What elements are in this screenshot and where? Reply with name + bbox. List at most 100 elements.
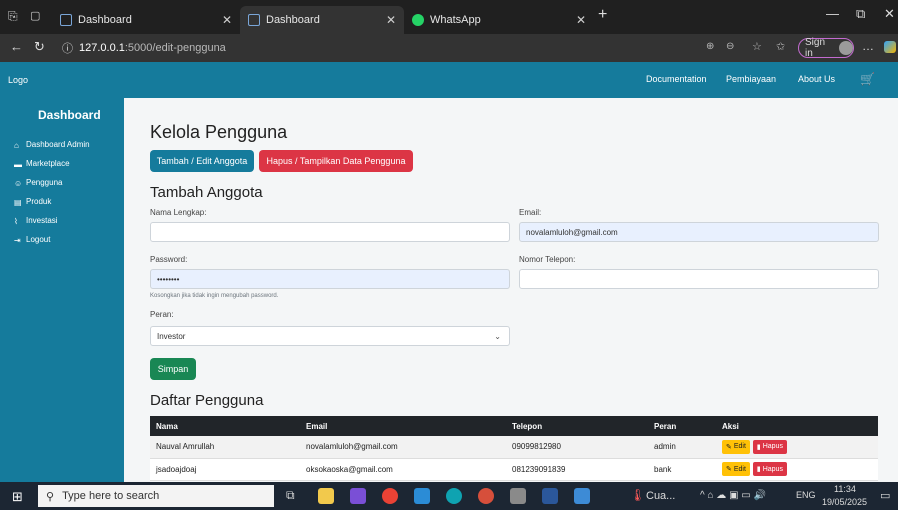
sidebar-item-label: Logout	[26, 235, 51, 244]
tab-title: Dashboard	[266, 14, 320, 26]
sidebar-item-produk[interactable]: ▤ Produk	[14, 197, 52, 207]
word-icon[interactable]	[542, 488, 558, 504]
role-label: Peran:	[150, 310, 174, 319]
add-edit-member-button[interactable]: Tambah / Edit Anggota	[150, 150, 254, 172]
refresh-icon[interactable]: ↻	[34, 39, 45, 55]
store-icon: ▬	[14, 159, 22, 169]
address-bar: ← ↻ ⓘ 127.0.0.1:5000/edit-pengguna ⊕ ⊖ ☆…	[0, 34, 898, 62]
taskbar-search-input[interactable]: ⚲ Type here to search	[38, 485, 274, 507]
url-field[interactable]: ⓘ 127.0.0.1:5000/edit-pengguna	[56, 38, 696, 58]
zoom-icon[interactable]: ⊕	[706, 41, 714, 52]
chart-icon: ⌇	[14, 216, 18, 226]
delete-label: Hapus	[762, 465, 783, 473]
edit-button[interactable]: ✎ Edit	[722, 439, 750, 454]
restore-icon[interactable]: ⧉	[856, 6, 865, 22]
edit-label: Edit	[733, 443, 746, 451]
sidebar-item-investasi[interactable]: ⌇ Investasi	[14, 216, 58, 226]
box-icon: ▤	[14, 197, 22, 207]
back-icon[interactable]: ←	[10, 39, 23, 54]
windows-start-icon[interactable]: ⊞	[12, 489, 23, 505]
sign-in-label: Sign in	[805, 37, 826, 59]
col-email: Email	[300, 416, 506, 436]
name-field[interactable]	[150, 222, 510, 242]
email-field[interactable]: novalamluloh@gmail.com	[519, 222, 879, 242]
sidebar-item-label: Produk	[26, 197, 52, 206]
tab-close-icon[interactable]: ✕	[386, 13, 396, 27]
delete-button[interactable]: ▮ Hapus	[752, 439, 787, 454]
cell-email: oksokaoska@gmail.com	[300, 458, 506, 481]
task-view-icon[interactable]: ⧉	[286, 488, 295, 503]
sidebar-item-logout[interactable]: ⇥ Logout	[14, 235, 51, 245]
clock-date[interactable]: 19/05/2025	[822, 497, 867, 507]
clock-time[interactable]: 11:34	[834, 484, 856, 494]
logo[interactable]: Logo	[8, 75, 28, 85]
file-explorer-icon[interactable]	[318, 488, 334, 504]
main-content: Kelola Pengguna Tambah / Edit Anggota Ha…	[124, 98, 898, 482]
role-select[interactable]: Investor ⌄	[150, 326, 510, 346]
col-nama: Nama	[150, 416, 300, 436]
tab-dashboard-2[interactable]: Dashboard ✕	[240, 6, 404, 34]
sidebar-item-dashboard-admin[interactable]: ⌂ Dashboard Admin	[14, 140, 90, 150]
sidebar-item-label: Marketplace	[26, 159, 70, 168]
tab-actions-icon[interactable]: ▢	[30, 9, 40, 22]
table-row: Nauval Amrullah novalamluloh@gmail.com 0…	[150, 436, 878, 459]
delete-button[interactable]: ▮ Hapus	[752, 462, 787, 476]
password-field[interactable]: ••••••••	[150, 269, 510, 289]
search-placeholder: Type here to search	[62, 490, 160, 502]
minimize-icon[interactable]: —	[826, 6, 839, 21]
tray-icons[interactable]: ^ ⌂ ☁ ▣ ▭ 🔊	[700, 490, 766, 501]
weather-icon[interactable]: 🌡	[630, 488, 645, 502]
app-icon[interactable]	[350, 488, 366, 504]
chrome-icon[interactable]	[382, 488, 398, 504]
save-button[interactable]: Simpan	[150, 358, 196, 380]
sidebar-item-marketplace[interactable]: ▬ Marketplace	[14, 159, 70, 169]
more-icon[interactable]: …	[862, 39, 874, 53]
vscode-icon[interactable]	[414, 488, 430, 504]
sidebar-item-pengguna[interactable]: ☺ Pengguna	[14, 178, 62, 188]
sidebar-title: Dashboard	[38, 108, 101, 122]
cell-telepon: 081239091839	[506, 458, 648, 481]
language-indicator[interactable]: ENG	[796, 490, 816, 500]
tab-close-icon[interactable]: ✕	[222, 13, 232, 27]
edit-label: Edit	[733, 465, 746, 473]
favorites-bar-icon[interactable]: ✩	[776, 40, 785, 53]
role-value: Investor	[157, 331, 186, 341]
copilot-icon[interactable]	[884, 41, 896, 53]
app-navbar: Logo Documentation Pembiayaan About Us 🛒	[0, 62, 898, 98]
cell-telepon: 09099812980	[506, 436, 648, 459]
chrome-canary-icon[interactable]	[478, 488, 494, 504]
windows-taskbar: ⊞ ⚲ Type here to search ⧉ 🌡 Cua... ^ ⌂ ☁…	[0, 482, 898, 510]
name-label: Nama Lengkap:	[150, 208, 207, 217]
tab-dashboard-1[interactable]: Dashboard ✕	[52, 6, 240, 34]
whatsapp-icon	[412, 14, 424, 26]
taskbar-app-label[interactable]: Cua...	[646, 490, 675, 502]
info-icon[interactable]: ⓘ	[62, 40, 73, 56]
tracking-icon[interactable]: ⊖	[726, 41, 734, 52]
nav-documentation[interactable]: Documentation	[646, 74, 707, 84]
search-icon: ⚲	[46, 490, 55, 503]
nav-about-us[interactable]: About Us	[798, 74, 835, 84]
notification-icon[interactable]: ▭	[880, 489, 890, 502]
nav-pembiayaan[interactable]: Pembiayaan	[726, 74, 776, 84]
chevron-down-icon: ⌄	[494, 331, 501, 341]
trash-icon: ▮	[756, 466, 761, 473]
cart-icon[interactable]: 🛒	[860, 72, 875, 86]
photos-icon[interactable]	[574, 488, 590, 504]
tab-favicon-icon	[60, 14, 72, 26]
col-aksi: Aksi	[716, 416, 878, 436]
favorite-icon[interactable]: ☆	[752, 40, 762, 53]
edit-icon: ✎	[726, 443, 732, 451]
edit-button[interactable]: ✎ Edit	[722, 462, 750, 476]
delete-show-users-button[interactable]: Hapus / Tampilkan Data Pengguna	[259, 150, 413, 172]
cell-aksi: ✎ Edit ▮ Hapus	[716, 458, 878, 481]
edge-icon[interactable]	[446, 488, 462, 504]
phone-field[interactable]	[519, 269, 879, 289]
cell-peran: admin	[648, 436, 716, 459]
sign-in-button[interactable]: Sign in	[798, 37, 854, 59]
window-close-icon[interactable]: ✕	[884, 6, 895, 22]
browser-menu-icon[interactable]: ⎘	[8, 9, 18, 24]
tab-whatsapp[interactable]: WhatsApp ✕	[404, 6, 594, 34]
database-icon[interactable]	[510, 488, 526, 504]
tab-close-icon[interactable]: ✕	[576, 13, 586, 27]
new-tab-icon[interactable]: +	[598, 6, 607, 24]
